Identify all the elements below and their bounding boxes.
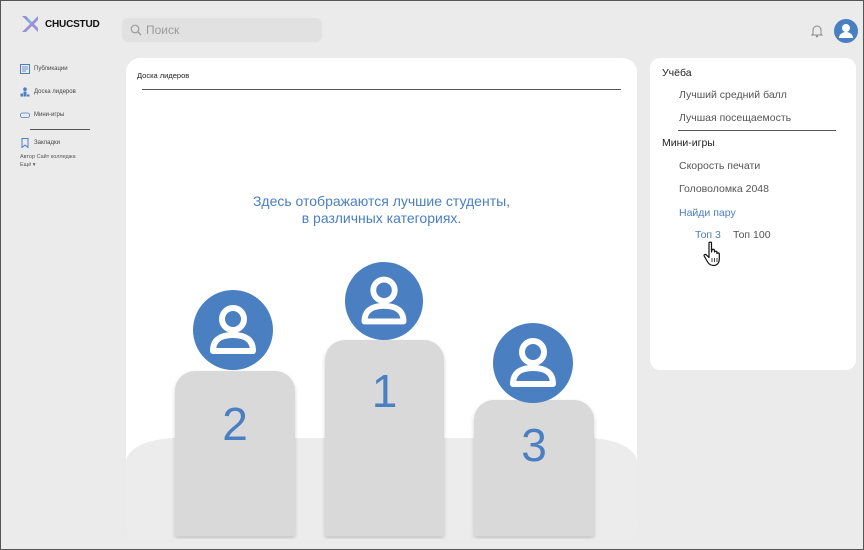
sidebar-more: Ещё ▾ xyxy=(20,161,115,169)
categories-panel: Учёба Лучший средний балл Лучшая посещае… xyxy=(650,58,856,370)
sidebar-item-publications[interactable]: Публикации xyxy=(20,62,115,76)
student-avatar-1[interactable] xyxy=(344,261,424,341)
gamepad-icon xyxy=(20,112,30,118)
sidebar-divider xyxy=(30,129,90,130)
search-bar[interactable] xyxy=(122,18,322,42)
sidebar-item-bookmarks[interactable]: Закладки xyxy=(20,136,115,150)
leaderboard-icon xyxy=(20,87,30,97)
sidebar-item-label: Публикации xyxy=(34,66,68,72)
sidebar-item-label: Мини-игры xyxy=(34,112,65,118)
user-avatar-icon[interactable] xyxy=(834,19,858,43)
category-2048[interactable]: Головоломка 2048 xyxy=(679,183,769,195)
podium-rank-3: 3 xyxy=(521,419,547,471)
bookmark-icon xyxy=(21,138,29,148)
title-divider xyxy=(142,89,621,90)
author-link[interactable]: Автор xyxy=(20,154,35,160)
podium-third: 3 xyxy=(474,400,594,536)
message-line-1: Здесь отображаются лучшие студенты, xyxy=(252,193,511,209)
podium-rank-2: 2 xyxy=(222,398,248,450)
category-best-gpa[interactable]: Лучший средний балл xyxy=(679,89,787,101)
leaderboard-card: Доска лидеров Здесь отображаются лучшие … xyxy=(126,58,637,539)
search-input[interactable] xyxy=(146,23,316,37)
hand-cursor-icon xyxy=(703,241,720,267)
college-site-link[interactable]: Сайт колледжа xyxy=(37,154,76,160)
study-heading: Учёба xyxy=(662,67,692,79)
category-find-pair[interactable]: Найди пару xyxy=(679,207,736,219)
sidebar-item-minigames[interactable]: Мини-игры xyxy=(20,108,115,122)
more-link[interactable]: Ещё ▾ xyxy=(20,162,36,168)
sidebar-item-label: Доска лидеров xyxy=(34,89,76,95)
podium-rank-1: 1 xyxy=(371,365,398,417)
logo-text: CHUCSTUD xyxy=(45,18,100,30)
podium-second: 2 xyxy=(175,371,295,536)
bell-icon[interactable] xyxy=(810,24,824,38)
message-line-2: в различных категориях. xyxy=(301,210,462,226)
podium-first: 1 xyxy=(325,340,444,536)
minigames-heading: Мини-игры xyxy=(662,137,715,149)
sidebar-item-label: Закладки xyxy=(34,140,60,146)
logo[interactable]: CHUCSTUD xyxy=(20,14,100,34)
sidebar-item-leaderboard[interactable]: Доска лидеров xyxy=(20,85,115,99)
categories-divider xyxy=(678,130,836,131)
logo-icon xyxy=(22,16,38,32)
top-bar: CHUCSTUD xyxy=(0,0,864,46)
page-title: Доска лидеров xyxy=(137,71,190,80)
leaderboard-message: Здесь отображаются лучшие студенты, в ра… xyxy=(166,193,597,227)
category-typing-speed[interactable]: Скорость печати xyxy=(679,160,760,172)
student-avatar-2[interactable] xyxy=(192,289,274,371)
tab-top-3[interactable]: Топ 3 xyxy=(695,229,721,241)
student-avatar-3[interactable] xyxy=(492,322,574,404)
category-best-attendance[interactable]: Лучшая посещаемость xyxy=(679,112,791,124)
search-icon xyxy=(130,24,142,36)
sidebar-footer-links: Автор Сайт колледжа xyxy=(20,153,115,161)
tab-top-100[interactable]: Топ 100 xyxy=(733,229,771,241)
publications-icon xyxy=(20,64,30,74)
left-sidebar: Публикации Доска лидеров Мини-игры Закла… xyxy=(20,62,115,169)
